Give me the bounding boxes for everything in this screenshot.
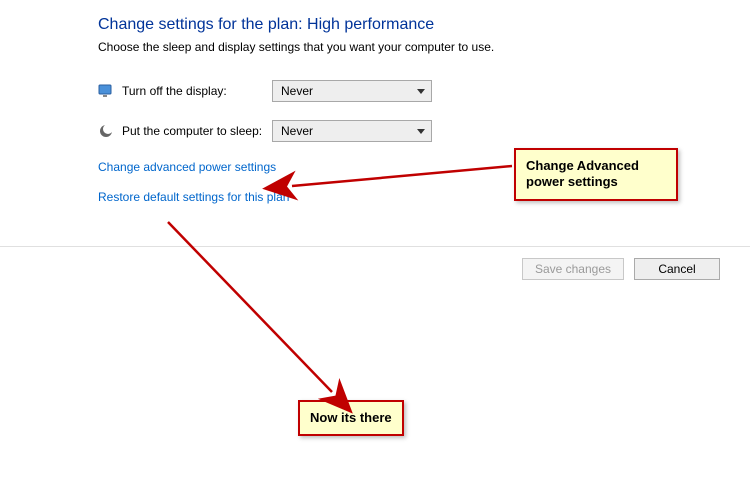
sleep-row: Put the computer to sleep: Never [98, 118, 750, 144]
display-off-select[interactable]: Never [272, 80, 432, 102]
sleep-label: Put the computer to sleep: [122, 124, 272, 138]
annotation-arrow-2 [168, 222, 332, 392]
chevron-down-icon [417, 89, 425, 94]
cancel-button[interactable]: Cancel [634, 258, 720, 280]
advanced-settings-link[interactable]: Change advanced power settings [98, 160, 276, 174]
power-plan-settings-page: Change settings for the plan: High perfo… [0, 0, 750, 503]
page-subtitle: Choose the sleep and display settings th… [98, 40, 750, 54]
annotation-callout-advanced-l1: Change Advanced [526, 158, 639, 173]
moon-icon [98, 123, 114, 139]
chevron-down-icon [417, 129, 425, 134]
display-off-label: Turn off the display: [122, 84, 272, 98]
display-off-value: Never [281, 84, 313, 98]
sleep-select[interactable]: Never [272, 120, 432, 142]
button-row: Save changes Cancel [522, 258, 720, 280]
monitor-icon [98, 83, 114, 99]
page-title: Change settings for the plan: High perfo… [98, 16, 750, 34]
display-off-row: Turn off the display: Never [98, 78, 750, 104]
sleep-value: Never [281, 124, 313, 138]
annotation-callout-advanced: Change Advanced power settings [514, 148, 678, 201]
annotation-callout-now: Now its there [298, 400, 404, 436]
save-button: Save changes [522, 258, 624, 280]
restore-defaults-link[interactable]: Restore default settings for this plan [98, 190, 289, 204]
divider [0, 246, 750, 247]
annotation-callout-advanced-l2: power settings [526, 174, 618, 189]
